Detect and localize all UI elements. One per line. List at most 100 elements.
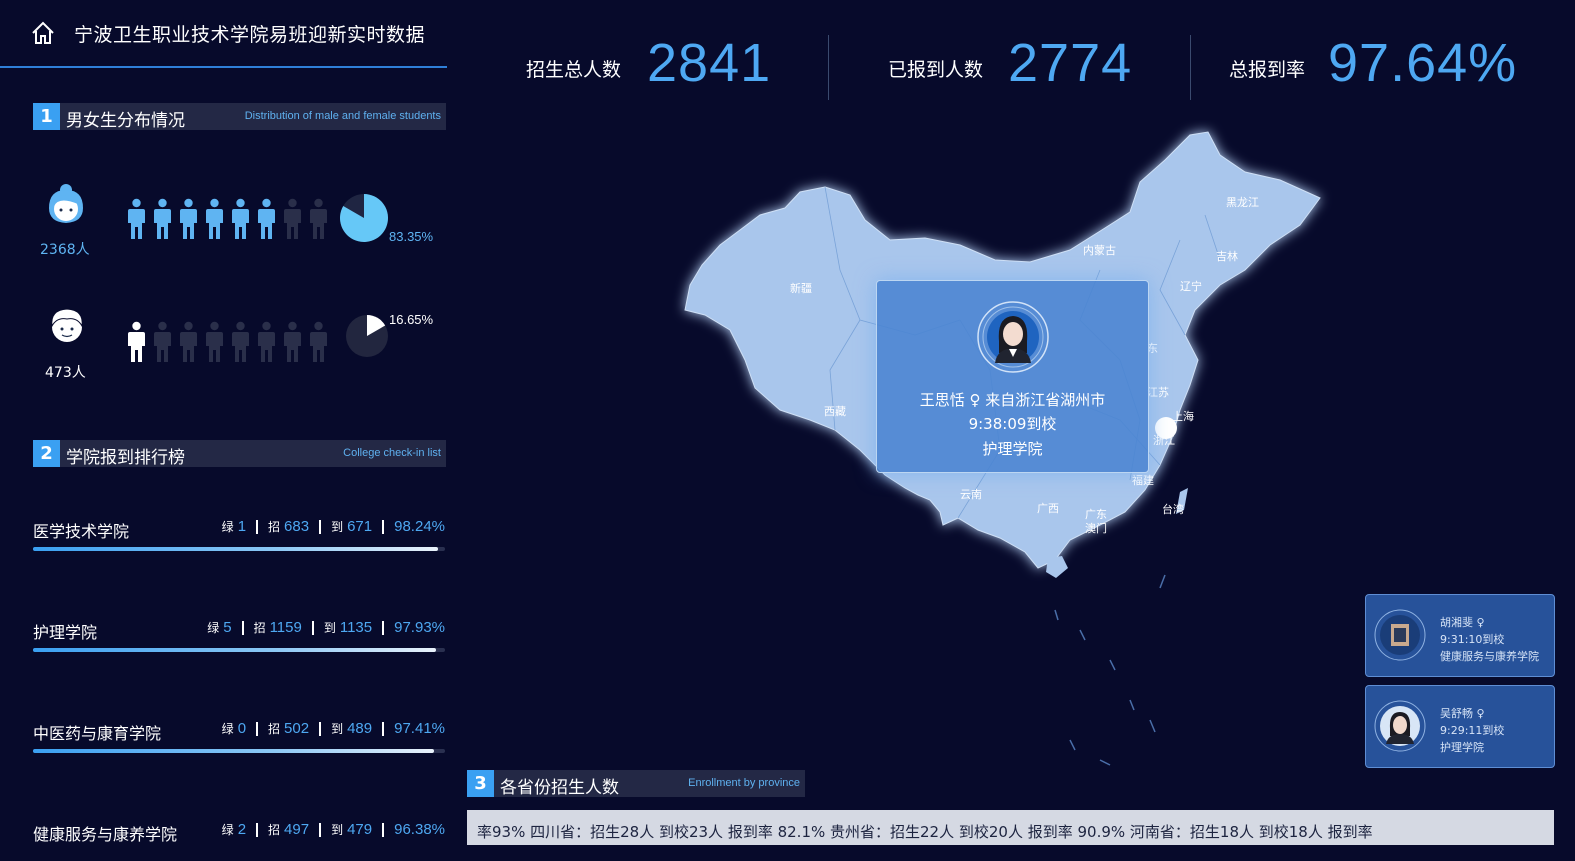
map-label: 江苏 (1147, 386, 1169, 399)
college-stats: 绿 1 招 683 到 671 98.24% (222, 518, 445, 535)
south-china-sea-islands (1054, 574, 1166, 766)
college-rank-item: 健康服务与康养学院 绿 2 招 497 到 479 96.38% (33, 821, 445, 861)
female-person-row (127, 198, 328, 240)
section-subtitle: Distribution of male and female students (244, 110, 441, 122)
stat-value: 502 (284, 720, 310, 737)
college-stats: 绿 2 招 497 到 479 96.38% (222, 821, 445, 838)
stat-key: 绿 (221, 823, 234, 837)
college-stats: 绿 5 招 1159 到 1135 97.93% (207, 619, 445, 636)
header-divider (0, 66, 447, 68)
female-percent-pie (340, 194, 389, 242)
section-title: 各省份招生人数 (500, 778, 619, 798)
stat-value: 1159 (269, 619, 302, 636)
card-college: 护理学院 (1440, 741, 1484, 754)
person-icon (128, 198, 145, 239)
popup-student-info: 王思恬 ♀ 来自浙江省湖州市 (877, 389, 1148, 410)
stat-sep (241, 621, 244, 636)
person-icon (206, 198, 223, 239)
map-label: 西藏 (824, 405, 846, 418)
dashboard-title: 宁波卫生职业技术学院易班迎新实时数据 (74, 24, 426, 46)
map-label: 广西 (1037, 502, 1059, 515)
arrival-card[interactable]: 胡湘斐 ♀ 9:31:10到校 健康服务与康养学院 (1365, 594, 1555, 677)
kpi-label: 总报到率 (1229, 59, 1306, 81)
college-stats: 绿 0 招 502 到 489 97.41% (222, 720, 445, 737)
stat-key: 到 (331, 520, 344, 534)
popup-arrival-time: 9:38:09到校 (968, 415, 1057, 433)
kpi-label: 招生总人数 (526, 59, 622, 81)
stat-key: 到 (331, 823, 344, 837)
stat-key: 到 (323, 621, 336, 635)
rate-bar-fill (33, 648, 437, 652)
map-label: 台湾 (1162, 502, 1184, 516)
stat-key: 到 (331, 722, 344, 736)
gender-female-icon: ♀ (969, 391, 981, 409)
stat-key: 招 (253, 621, 266, 635)
section-title: 学院报到排行榜 (66, 448, 185, 468)
student-photo-avatar (977, 301, 1049, 373)
person-icon (310, 321, 327, 362)
arrival-card[interactable]: 吴舒畅 ♀ 9:29:11到校 护理学院 (1365, 685, 1555, 768)
person-icon (154, 198, 171, 239)
section-number: 3 (467, 770, 494, 797)
person-icon (258, 321, 275, 362)
card-student-name: 胡湘斐 ♀ (1440, 616, 1485, 629)
popup-college: 护理学院 (982, 440, 1043, 458)
map-label: 澳门 (1085, 521, 1107, 535)
stat-value: 1 (237, 518, 247, 535)
stat-sep (256, 823, 259, 838)
kpi-separator (828, 35, 829, 100)
male-person-row (127, 321, 328, 363)
student-photo-avatar (1374, 700, 1426, 752)
card-arrival-time: 9:29:11到校 (1440, 724, 1505, 737)
stat-sep (319, 520, 322, 535)
male-percent-pie (346, 315, 388, 357)
stat-key: 招 (268, 722, 281, 736)
female-count: 2368人 (40, 242, 90, 258)
section-subtitle: Enrollment by province (688, 777, 800, 789)
map-label: 辽宁 (1180, 279, 1202, 293)
stat-key: 招 (268, 823, 281, 837)
section-college-header: 2 学院报到排行榜 College check-in list (33, 440, 446, 468)
college-rank-item: 医学技术学院 绿 1 招 683 到 671 98.24% (33, 518, 445, 558)
kpi-value: 2841 (647, 33, 772, 93)
stat-value: 5 (223, 619, 232, 636)
map-label: 黑龙江 (1226, 196, 1259, 209)
stat-value: 671 (347, 518, 373, 535)
college-name: 健康服务与康养学院 (33, 825, 178, 844)
card-student-name: 吴舒畅 ♀ (1440, 707, 1485, 720)
stat-sep (319, 823, 322, 838)
stat-sep (382, 823, 385, 838)
kpi-value: 97.64% (1328, 33, 1518, 93)
dashboard-header: 宁波卫生职业技术学院易班迎新实时数据 (0, 0, 447, 70)
section-gender-header: 1 男女生分布情况 Distribution of male and femal… (33, 103, 446, 131)
person-icon (284, 198, 301, 239)
stat-value: 497 (284, 821, 310, 838)
stat-key: 绿 (221, 520, 234, 534)
section-title: 男女生分布情况 (66, 111, 185, 131)
stat-sep (382, 621, 385, 636)
stat-sep (256, 520, 259, 535)
stat-key: 绿 (221, 722, 234, 736)
college-rank-item: 护理学院 绿 5 招 1159 到 1135 97.93% (33, 619, 445, 659)
male-percent: 16.65% (389, 312, 434, 327)
map-hainan[interactable] (1046, 556, 1068, 578)
person-icon (232, 198, 249, 239)
home-icon[interactable] (30, 20, 56, 46)
map-label: 上海 (1172, 409, 1194, 423)
stat-value: 479 (347, 821, 373, 838)
student-popup[interactable]: 王思恬 ♀ 来自浙江省湖州市 9:38:09到校 护理学院 (876, 280, 1149, 473)
map-label: 浙江 (1153, 434, 1175, 447)
college-rate: 98.24% (394, 518, 445, 535)
map-label: 吉林 (1216, 249, 1238, 263)
stat-sep (311, 621, 314, 636)
kpi-label: 已报到人数 (888, 59, 984, 81)
map-label: 新疆 (790, 281, 812, 295)
person-icon (180, 321, 197, 362)
college-rate: 97.41% (394, 720, 445, 737)
stat-value: 489 (347, 720, 373, 737)
rate-bar-fill (33, 547, 438, 551)
section-number: 1 (33, 103, 60, 130)
person-icon (128, 321, 145, 362)
card-college: 健康服务与康养学院 (1440, 650, 1539, 663)
male-count: 473人 (45, 365, 86, 381)
